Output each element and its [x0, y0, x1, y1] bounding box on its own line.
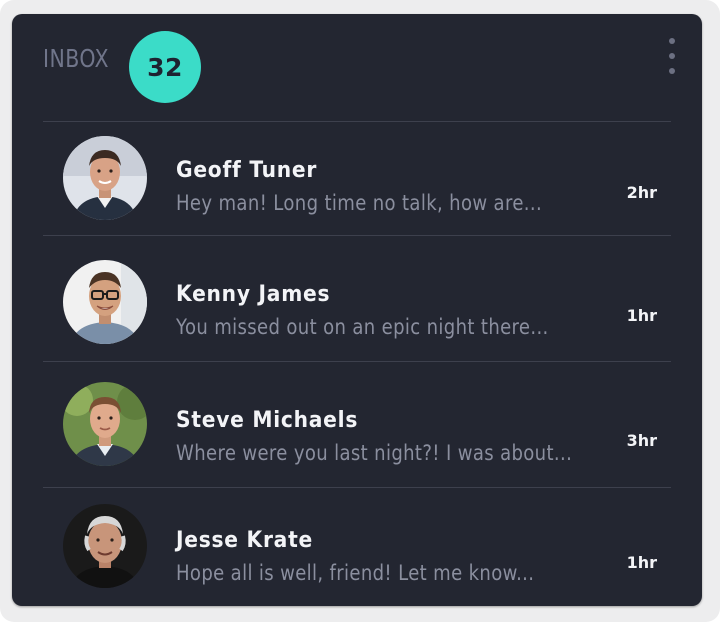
menu-dot [669, 68, 675, 74]
menu-dot [669, 38, 675, 44]
message-item[interactable]: Jesse Krate Hope all is well, friend! Le… [43, 488, 671, 606]
sender-name: Kenny James [176, 282, 331, 307]
widget-frame: INBOX 32 Geoff Tuner Hey man! Long time … [0, 0, 720, 622]
avatar [63, 382, 147, 466]
menu-dot [669, 53, 675, 59]
message-item[interactable]: Steve Michaels Where were you last night… [43, 362, 671, 484]
message-item[interactable]: Kenny James You missed out on an epic ni… [43, 236, 671, 358]
inbox-card: INBOX 32 Geoff Tuner Hey man! Long time … [12, 14, 702, 606]
avatar [63, 136, 147, 220]
more-options-icon[interactable] [666, 38, 678, 74]
inbox-title: INBOX [43, 44, 110, 73]
sender-name: Geoff Tuner [176, 158, 318, 183]
message-preview: Hope all is well, friend! Let me know... [176, 561, 535, 585]
avatar [63, 260, 147, 344]
message-time: 1hr [626, 306, 657, 325]
message-time: 2hr [626, 183, 657, 202]
message-time: 3hr [626, 431, 657, 450]
message-preview: Hey man! Long time no talk, how are... [176, 191, 543, 215]
sender-name: Steve Michaels [176, 408, 359, 433]
message-item[interactable]: Geoff Tuner Hey man! Long time no talk, … [43, 122, 671, 244]
message-preview: Where were you last night?! I was about.… [176, 441, 573, 465]
message-preview: You missed out on an epic night there... [176, 315, 549, 339]
unread-count-badge: 32 [129, 31, 201, 103]
sender-name: Jesse Krate [176, 528, 313, 553]
message-time: 1hr [626, 553, 657, 572]
inbox-header: INBOX 32 [12, 14, 702, 122]
avatar [63, 504, 147, 588]
